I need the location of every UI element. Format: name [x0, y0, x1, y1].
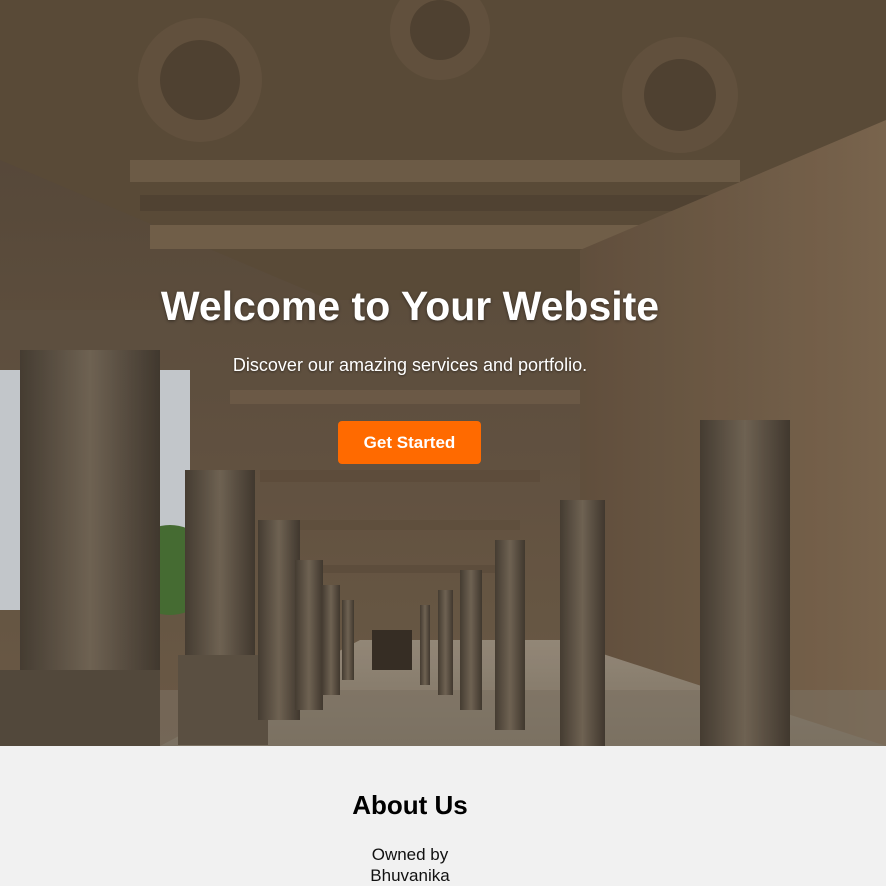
get-started-button[interactable]: Get Started: [338, 421, 481, 464]
owner-name: Bhuvanika: [370, 866, 450, 885]
hero-subtitle: Discover our amazing services and portfo…: [232, 355, 588, 375]
hero-content: Welcome to Your Website Discover our ama…: [0, 0, 886, 746]
owner-line-1: Owned by: [371, 845, 449, 864]
hero-title: Welcome to Your Website: [160, 283, 660, 329]
about-title: About Us: [352, 790, 468, 820]
hero-section: Welcome to Your Website Discover our ama…: [0, 0, 886, 746]
about-owner-text: Owned by Bhuvanika: [0, 844, 820, 886]
about-section: About Us Owned by Bhuvanika: [0, 746, 886, 886]
